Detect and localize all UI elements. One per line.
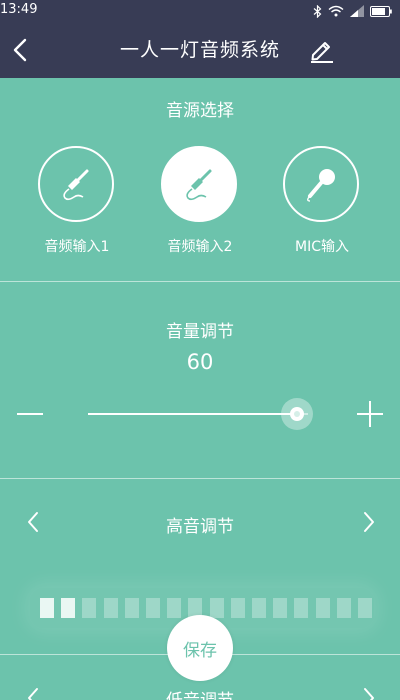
slider-thumb-dot [294, 411, 300, 417]
level-bar-inactive [104, 598, 118, 618]
chevron-left-icon [28, 688, 38, 700]
chevron-right-icon [364, 688, 374, 700]
source-option-circle [283, 146, 359, 222]
chevron-left-icon [28, 512, 38, 532]
level-bar-inactive [231, 598, 245, 618]
edit-button[interactable] [306, 34, 338, 66]
source-option-audio-1[interactable]: 音频输入1 [27, 146, 127, 262]
level-bar-inactive [146, 598, 160, 618]
plus-icon [357, 401, 383, 427]
treble-next-button[interactable] [354, 504, 384, 540]
signal-icon [350, 5, 364, 17]
volume-value: 60 [186, 350, 214, 374]
chevron-left-icon [13, 38, 27, 62]
bass-prev-button[interactable] [18, 680, 48, 700]
status-icons [313, 4, 392, 18]
level-bar-inactive [210, 598, 224, 618]
bluetooth-icon [313, 4, 322, 18]
source-option-circle [38, 146, 114, 222]
battery-icon [370, 5, 392, 17]
page-title: 一人一灯音频系统 [119, 39, 280, 61]
level-bar-active [40, 598, 54, 618]
source-option-audio-2[interactable]: 音频输入2 [150, 146, 250, 262]
slider-thumb-core [290, 407, 304, 421]
source-option-label: MIC输入 [295, 239, 349, 255]
treble-section-title: 高音调节 [166, 517, 234, 537]
source-section-title: 音源选择 [166, 101, 234, 121]
level-bar-inactive [337, 598, 351, 618]
volume-slider-thumb[interactable] [281, 398, 313, 430]
source-option-label: 音频输入1 [44, 239, 110, 255]
source-option-mic[interactable]: MIC输入 [272, 146, 372, 262]
volume-slider-fill [88, 413, 297, 415]
volume-decrease-button[interactable] [12, 396, 48, 432]
source-option-label: 音频输入2 [167, 239, 233, 255]
volume-slider[interactable] [88, 398, 313, 430]
audio-jack-icon [63, 169, 89, 201]
level-bar-inactive [167, 598, 181, 618]
level-bar-inactive [273, 598, 287, 618]
level-bar-inactive [82, 598, 96, 618]
section-divider [0, 478, 400, 479]
microphone-icon [307, 169, 335, 202]
level-bar-inactive [125, 598, 139, 618]
source-option-circle-selected [161, 146, 237, 222]
level-bar-inactive [316, 598, 330, 618]
save-button[interactable]: 保存 [167, 615, 233, 681]
section-divider [0, 281, 400, 282]
level-bar-inactive [252, 598, 266, 618]
back-button[interactable] [6, 32, 34, 68]
volume-section-title: 音量调节 [166, 322, 234, 342]
chevron-right-icon [364, 512, 374, 532]
audio-jack-icon [186, 169, 212, 201]
title-bar: 一人一灯音频系统 [0, 22, 400, 78]
bass-next-button[interactable] [354, 680, 384, 700]
pencil-icon [311, 42, 333, 63]
treble-prev-button[interactable] [18, 504, 48, 540]
status-time: 13:49 [0, 2, 38, 17]
wifi-icon [328, 5, 344, 17]
bass-section-title: 低音调节 [80, 686, 320, 700]
level-bar-inactive [358, 598, 372, 618]
level-bar-inactive [294, 598, 308, 618]
minus-icon [17, 413, 43, 415]
status-bar: 13:49 [0, 0, 400, 22]
volume-increase-button[interactable] [352, 396, 388, 432]
level-bar-active [61, 598, 75, 618]
top-bar: 13:49 一人一灯音频系统 [0, 0, 400, 78]
